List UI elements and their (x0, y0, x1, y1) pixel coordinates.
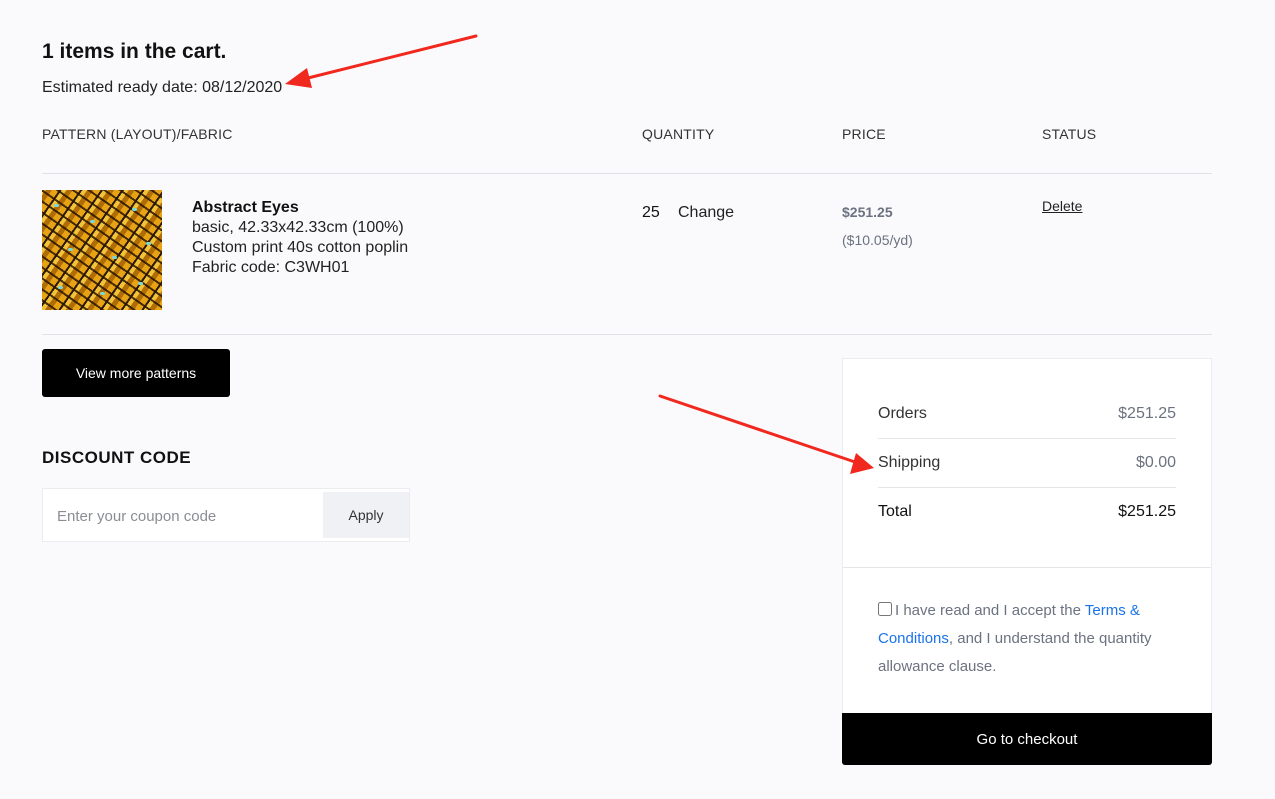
column-header-price: PRICE (842, 126, 886, 142)
item-fabric-code: Fabric code: C3WH01 (192, 259, 350, 276)
column-header-quantity: QUANTITY (642, 126, 715, 142)
estimated-ready-date: Estimated ready date: 08/12/2020 (42, 79, 283, 96)
order-summary-panel: Orders $251.25 Shipping $0.00 Total $251… (842, 358, 1212, 714)
shipping-label: Shipping (878, 453, 941, 471)
item-price: $251.25 (842, 204, 893, 220)
table-divider-top (42, 173, 1212, 174)
terms-checkbox[interactable] (878, 602, 892, 616)
pattern-thumbnail[interactable] (42, 190, 162, 310)
column-header-status: STATUS (1042, 126, 1097, 142)
annotation-arrow-ready-date (285, 34, 478, 88)
go-to-checkout-button[interactable]: Go to checkout (842, 713, 1212, 765)
delete-item-link[interactable]: Delete (1042, 198, 1082, 214)
change-quantity-button[interactable]: Change (678, 204, 734, 222)
total-value: $251.25 (1118, 502, 1176, 520)
orders-label: Orders (878, 404, 927, 422)
summary-orders-row: Orders $251.25 (878, 389, 1176, 438)
item-name: Abstract Eyes (192, 199, 299, 216)
apply-coupon-button[interactable]: Apply (323, 492, 409, 538)
cart-title: 1 items in the cart. (42, 40, 227, 63)
view-more-patterns-button[interactable]: View more patterns (42, 349, 230, 397)
terms-text-before: I have read and I accept the (895, 602, 1085, 619)
summary-section-divider (843, 567, 1211, 568)
terms-agreement: I have read and I accept the Terms & Con… (878, 597, 1168, 681)
total-label: Total (878, 502, 912, 520)
coupon-form: Apply (42, 488, 410, 542)
summary-shipping-row: Shipping $0.00 (878, 438, 1176, 487)
item-quantity: 25 (642, 204, 660, 221)
item-fabric: Custom print 40s cotton poplin (192, 239, 409, 256)
discount-code-heading: DISCOUNT CODE (42, 448, 192, 467)
item-unit-price: ($10.05/yd) (842, 232, 913, 248)
orders-value: $251.25 (1118, 404, 1176, 422)
summary-total-row: Total $251.25 (878, 487, 1176, 536)
coupon-code-input[interactable] (55, 495, 324, 537)
column-header-pattern: PATTERN (LAYOUT)/FABRIC (42, 126, 233, 142)
item-layout: basic, 42.33x42.33cm (100%) (192, 219, 404, 236)
table-divider-bottom (42, 334, 1212, 335)
shipping-value: $0.00 (1135, 453, 1176, 471)
